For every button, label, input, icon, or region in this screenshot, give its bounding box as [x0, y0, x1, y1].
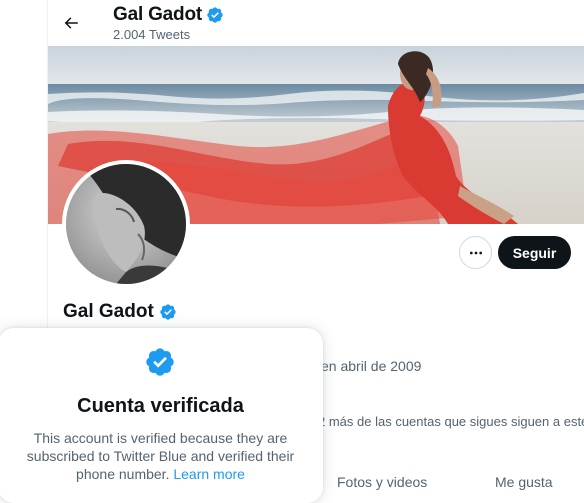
more-options-button[interactable] [459, 236, 492, 269]
profile-avatar[interactable] [62, 160, 190, 288]
joined-date: en abril de 2009 [321, 358, 422, 374]
popup-body-text: This account is verified because they ar… [26, 430, 295, 482]
back-arrow-icon [64, 17, 78, 29]
tab-photos-videos[interactable]: Fotos y videos [337, 474, 427, 490]
profile-name: Gal Gadot [63, 301, 177, 323]
follow-button[interactable]: Seguir [498, 236, 571, 269]
verified-badge-icon [207, 7, 223, 23]
back-button[interactable] [58, 10, 84, 36]
verified-account-popup: Cuenta verificada This account is verifi… [0, 328, 323, 503]
popup-body: This account is verified because they ar… [16, 429, 305, 483]
header-name: Gal Gadot [113, 4, 224, 26]
header-name-text: Gal Gadot [113, 4, 202, 25]
more-options-icon [469, 251, 482, 254]
verified-badge-icon [146, 348, 174, 376]
profile-page: Gal Gadot 2.004 Tweets Seguir Gal Gadot … [0, 0, 584, 503]
tweet-count: 2.004 Tweets [113, 27, 191, 42]
avatar-image [66, 164, 186, 284]
learn-more-link[interactable]: Learn more [173, 466, 245, 482]
tab-likes[interactable]: Me gusta [495, 474, 553, 490]
followers-you-know[interactable]: 2 más de las cuentas que sigues siguen a… [318, 414, 584, 429]
profile-name-text: Gal Gadot [63, 301, 154, 322]
popup-title: Cuenta verificada [77, 395, 244, 417]
verified-badge-icon[interactable] [159, 303, 177, 321]
